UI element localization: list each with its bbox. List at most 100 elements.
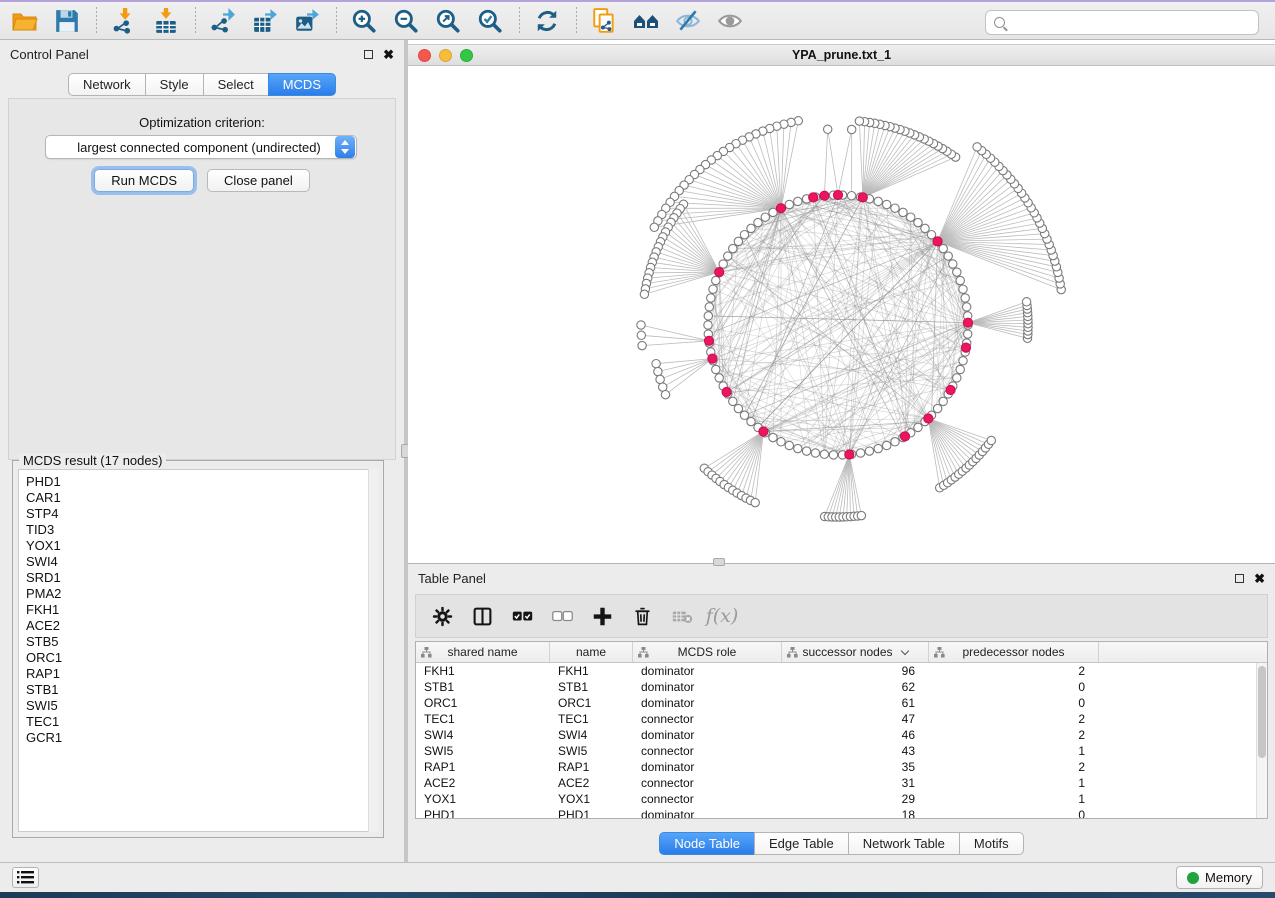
table-cell: 47 [782, 711, 929, 727]
table-cell: RAP1 [416, 759, 550, 775]
run-mcds-button[interactable]: Run MCDS [94, 169, 194, 192]
control-panel-header: Control Panel ✖ [0, 40, 404, 68]
new-network-from-selection-button[interactable] [587, 6, 621, 36]
save-session-button[interactable] [50, 6, 84, 36]
delete-column-button[interactable] [630, 604, 654, 628]
table-cell: FKH1 [550, 663, 633, 679]
table-scrollbar-thumb[interactable] [1258, 666, 1266, 758]
table-scrollbar[interactable] [1256, 663, 1267, 818]
float-table-panel-icon[interactable] [1235, 574, 1244, 583]
float-panel-icon[interactable] [364, 50, 373, 59]
node-table: shared namenameMCDS rolesuccessor nodesp… [415, 641, 1268, 819]
import-table-button[interactable] [149, 6, 183, 36]
network-window-titlebar[interactable]: YPA_prune.txt_1 [408, 44, 1275, 66]
control-panel-title: Control Panel [10, 47, 89, 62]
mcds-result-item[interactable]: FKH1 [26, 602, 377, 618]
table-tab-edge-table[interactable]: Edge Table [754, 832, 849, 855]
memory-button[interactable]: Memory [1176, 866, 1263, 889]
export-image-button[interactable] [290, 6, 324, 36]
column-panes-button[interactable] [470, 604, 494, 628]
refresh-button[interactable] [530, 6, 564, 36]
first-neighbors-button[interactable] [629, 6, 663, 36]
table-row[interactable]: SWI4SWI4dominator462 [416, 727, 1267, 743]
column-header-shared-name[interactable]: shared name [416, 642, 550, 662]
table-panel-splitter-grip[interactable] [713, 558, 725, 566]
close-panel-button[interactable]: Close panel [207, 169, 310, 192]
control-panel: Control Panel ✖ NetworkStyleSelectMCDS O… [0, 40, 404, 862]
mcds-result-item[interactable]: GCR1 [26, 730, 377, 746]
mcds-result-item[interactable]: STB5 [26, 634, 377, 650]
search-icon [994, 17, 1005, 28]
mcds-result-item[interactable]: PMA2 [26, 586, 377, 602]
table-row[interactable]: ACE2ACE2connector311 [416, 775, 1267, 791]
select-all-button[interactable] [510, 604, 534, 628]
table-cell: dominator [633, 679, 782, 695]
deselect-all-button[interactable] [550, 604, 574, 628]
mcds-result-item[interactable]: ACE2 [26, 618, 377, 634]
mcds-result-item[interactable]: STP4 [26, 506, 377, 522]
table-tab-motifs[interactable]: Motifs [959, 832, 1024, 855]
table-row[interactable]: PHD1PHD1dominator180 [416, 807, 1267, 819]
table-cell: 61 [782, 695, 929, 711]
mcds-result-item[interactable]: YOX1 [26, 538, 377, 554]
network-graph[interactable] [408, 67, 1275, 563]
show-all-button[interactable] [713, 6, 747, 36]
close-table-panel-icon[interactable]: ✖ [1254, 572, 1265, 585]
zoom-in-button[interactable] [347, 6, 381, 36]
mcds-result-item[interactable]: TEC1 [26, 714, 377, 730]
mcds-result-item[interactable]: SWI5 [26, 698, 377, 714]
column-header-successor-nodes[interactable]: successor nodes [782, 642, 929, 662]
table-row[interactable]: FKH1FKH1dominator962 [416, 663, 1267, 679]
table-tab-node-table[interactable]: Node Table [659, 832, 755, 855]
mcds-result-item[interactable]: CAR1 [26, 490, 377, 506]
import-network-button[interactable] [107, 6, 141, 36]
open-file-button[interactable] [8, 6, 42, 36]
mcds-result-item[interactable]: STB1 [26, 682, 377, 698]
mcds-result-item[interactable]: TID3 [26, 522, 377, 538]
mcds-result-list[interactable]: PHD1CAR1STP4TID3YOX1SWI4SRD1PMA2FKH1ACE2… [18, 469, 378, 832]
gear-button[interactable] [430, 604, 454, 628]
mcds-result-item[interactable]: PHD1 [26, 474, 377, 490]
mcds-result-item[interactable]: SWI4 [26, 554, 377, 570]
tab-network[interactable]: Network [68, 73, 146, 96]
zoom-selected-button[interactable] [473, 6, 507, 36]
zoom-fit-button[interactable] [431, 6, 465, 36]
search-field[interactable] [985, 10, 1259, 35]
table-cell: ACE2 [416, 775, 550, 791]
mcds-result-item[interactable]: ORC1 [26, 650, 377, 666]
column-header-predecessor-nodes[interactable]: predecessor nodes [929, 642, 1099, 662]
tab-style[interactable]: Style [145, 73, 204, 96]
tab-mcds[interactable]: MCDS [268, 73, 336, 96]
close-panel-icon[interactable]: ✖ [383, 48, 394, 61]
add-column-button[interactable] [590, 604, 614, 628]
tab-select[interactable]: Select [203, 73, 269, 96]
table-row[interactable]: ORC1ORC1dominator610 [416, 695, 1267, 711]
table-row[interactable]: TEC1TEC1connector472 [416, 711, 1267, 727]
hide-selected-button[interactable] [671, 6, 705, 36]
desktop-background [0, 892, 1275, 898]
table-cell: 1 [929, 791, 1099, 807]
mcds-result-item[interactable]: RAP1 [26, 666, 377, 682]
table-row[interactable]: SWI5SWI5connector431 [416, 743, 1267, 759]
optimization-criterion-select[interactable]: largest connected component (undirected) [45, 135, 357, 159]
mcds-result-item[interactable]: SRD1 [26, 570, 377, 586]
automation-menu-button[interactable] [12, 867, 39, 888]
column-header-mcds-role[interactable]: MCDS role [633, 642, 782, 662]
table-tab-network-table[interactable]: Network Table [848, 832, 960, 855]
column-header-name[interactable]: name [550, 642, 633, 662]
network-title: YPA_prune.txt_1 [408, 48, 1275, 62]
network-canvas[interactable] [408, 67, 1275, 563]
table-cell: 62 [782, 679, 929, 695]
table-cell: YOX1 [416, 791, 550, 807]
table-row[interactable]: STB1STB1dominator620 [416, 679, 1267, 695]
zoom-out-button[interactable] [389, 6, 423, 36]
table-cell: dominator [633, 807, 782, 819]
table-row[interactable]: YOX1YOX1connector291 [416, 791, 1267, 807]
search-input[interactable] [1011, 13, 1258, 33]
table-row[interactable]: RAP1RAP1dominator352 [416, 759, 1267, 775]
export-network-button[interactable] [206, 6, 240, 36]
mcds-list-scrollbar[interactable] [368, 469, 378, 832]
control-panel-tabs: NetworkStyleSelectMCDS [0, 73, 404, 96]
table-cell: 0 [929, 679, 1099, 695]
export-table-button[interactable] [248, 6, 282, 36]
